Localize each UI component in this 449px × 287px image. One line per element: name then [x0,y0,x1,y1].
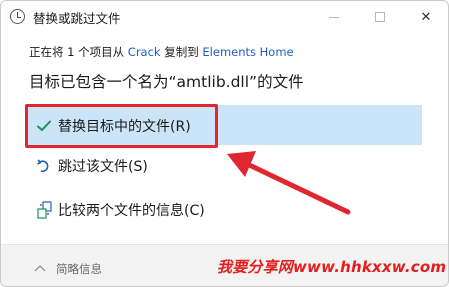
replace-or-skip-dialog: 替换或跳过文件 ✕ 正在将 1 个项目从 Crack 复制到 Elements … [0,0,449,287]
annotation-arrow [227,151,351,215]
